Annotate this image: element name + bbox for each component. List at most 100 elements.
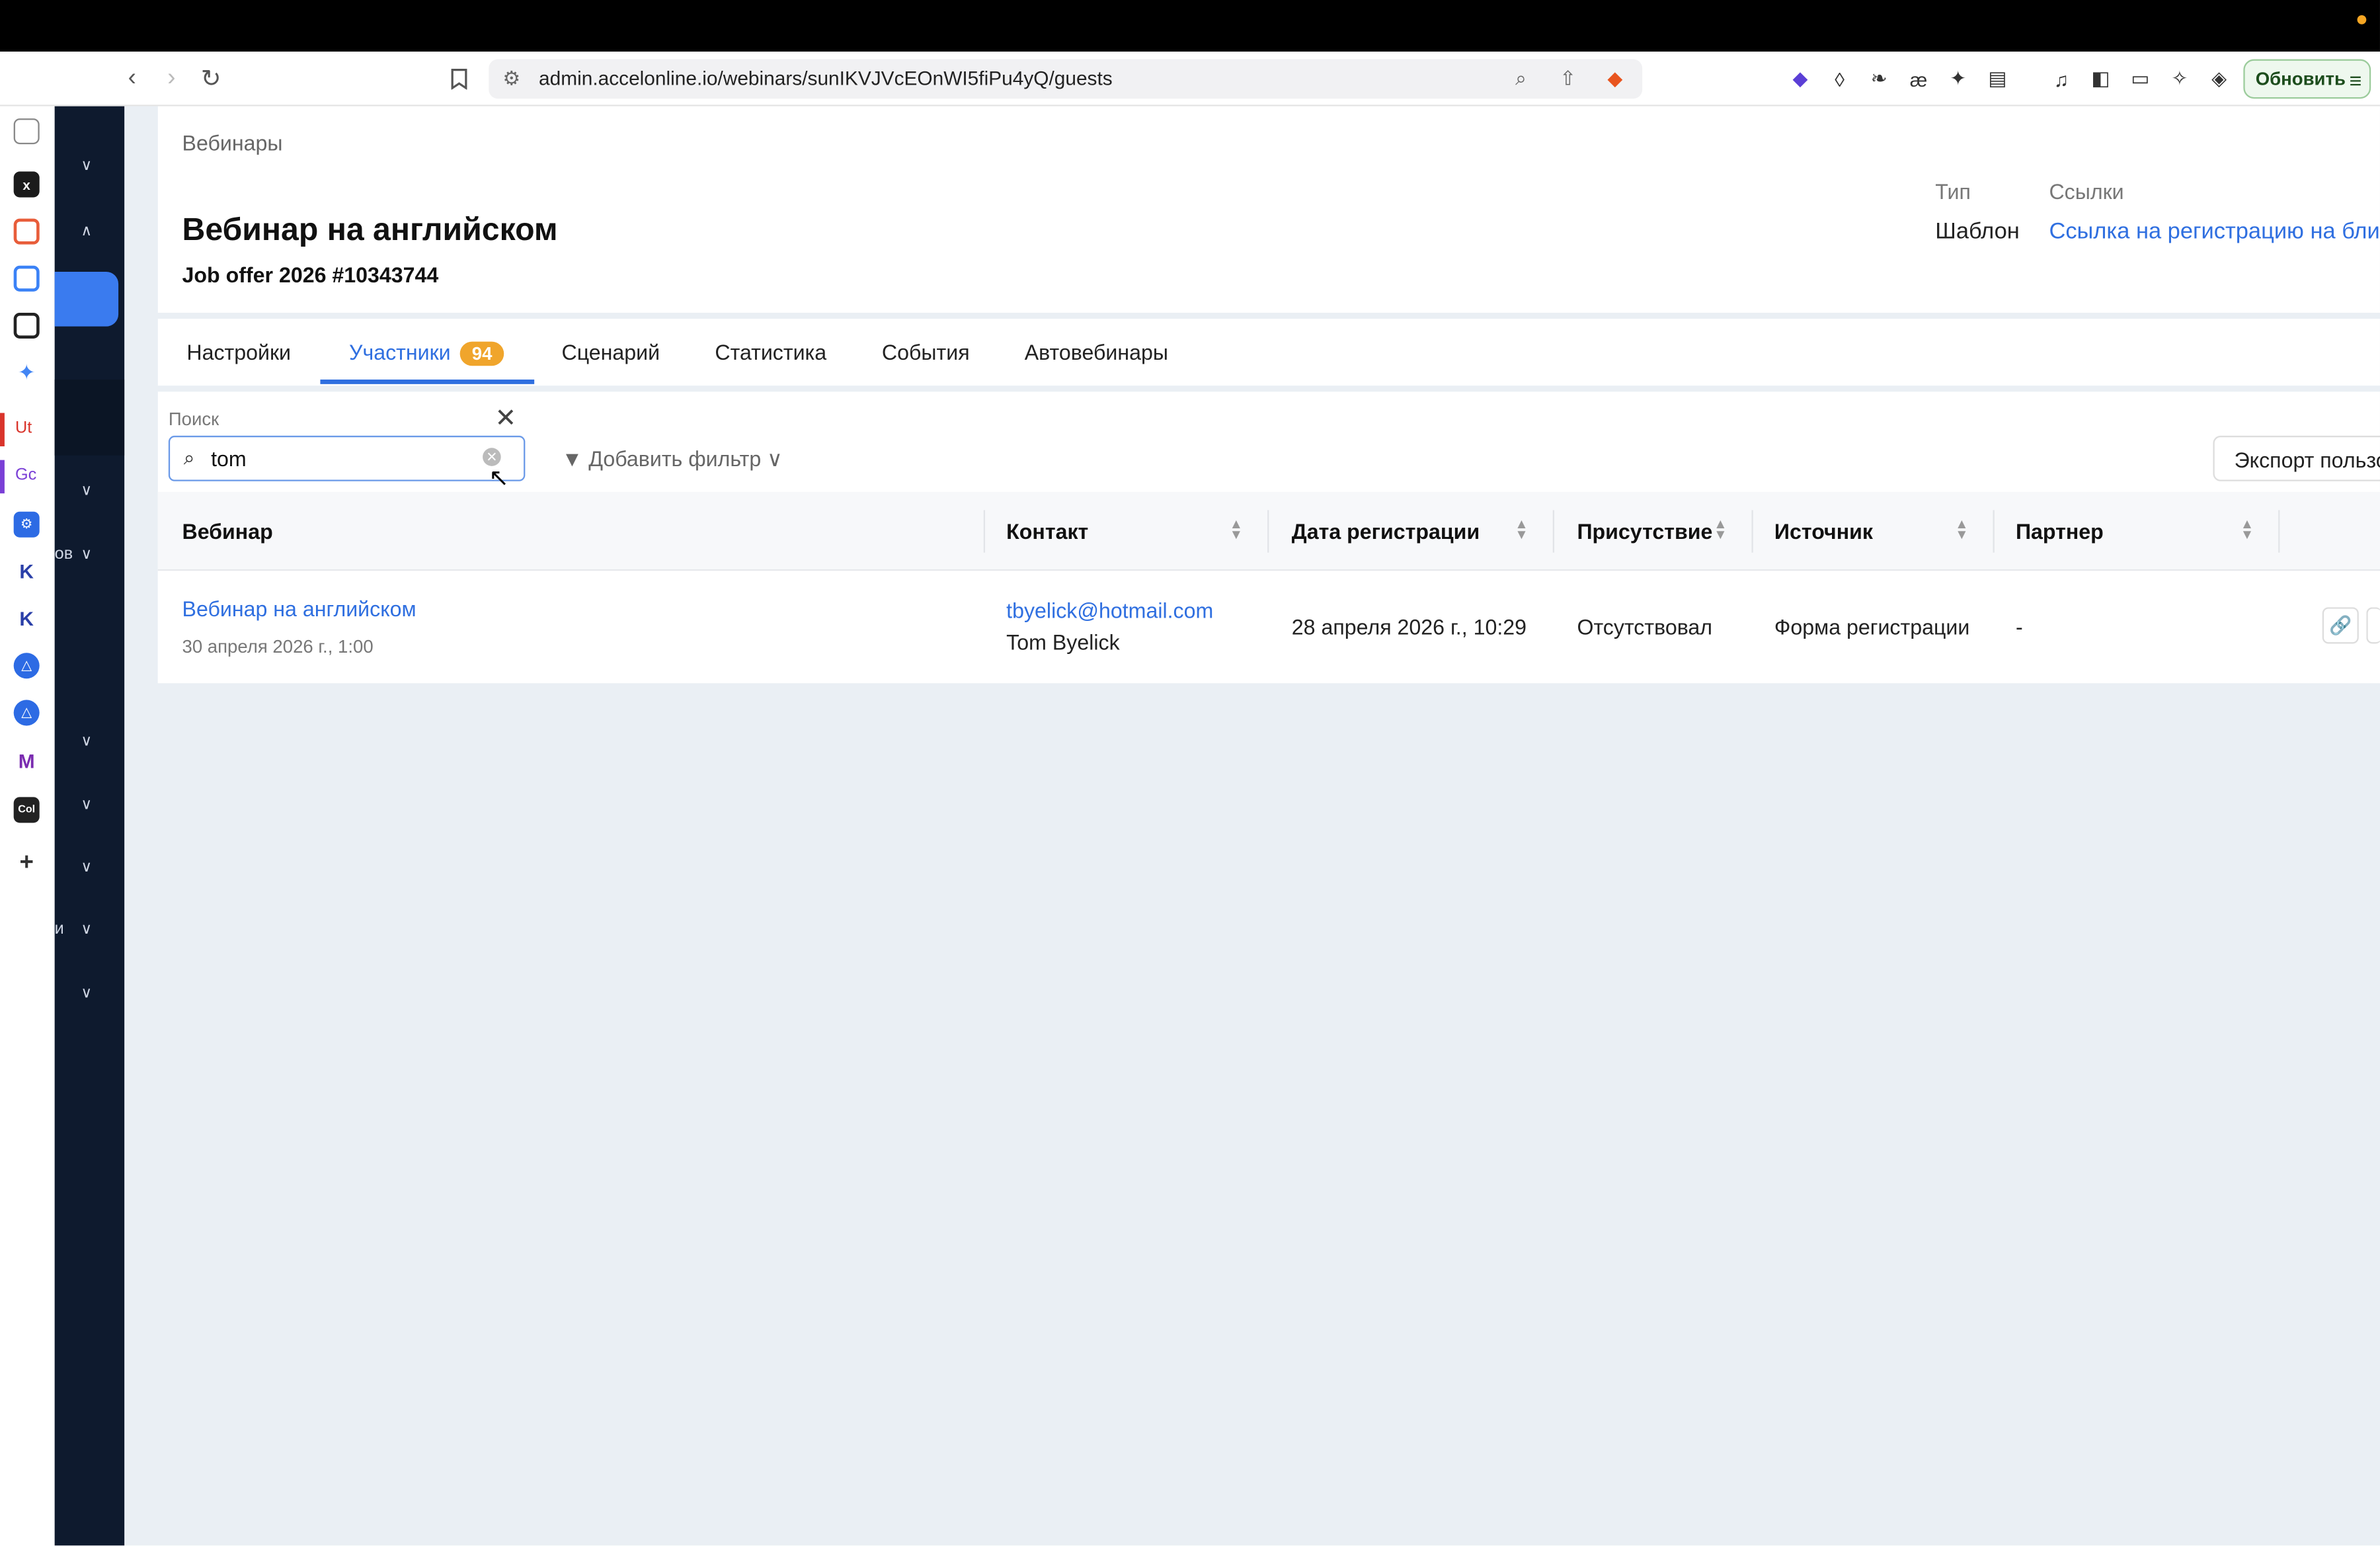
new-tab-icon[interactable]: +: [14, 850, 40, 876]
tab-favicon-icon[interactable]: x: [13, 171, 40, 198]
extension-feather-icon[interactable]: ❧: [1864, 63, 1894, 94]
table-row: Вебинар на английском 30 апреля 2026 г.,…: [157, 571, 2380, 684]
tab-scenario[interactable]: Сценарий: [561, 340, 660, 364]
address-bar[interactable]: ⚙ admin.accelonline.io/webinars/sunIKVJV…: [489, 59, 1643, 99]
chevron-up-icon[interactable]: ∧: [76, 220, 97, 241]
bookmark-icon[interactable]: [442, 62, 475, 96]
top-strip: [0, 0, 2380, 52]
music-icon[interactable]: ♫: [2046, 63, 2077, 94]
sort-icon[interactable]: ▲ ▼: [1714, 517, 1727, 542]
tab-favicon-icon[interactable]: [13, 312, 40, 339]
extensions-icon[interactable]: ✦: [1943, 63, 1973, 94]
app-sidebar: ∨ ∧ ∨ ов ∨ ∨ ∨ ∨ и ∨ ∨: [54, 106, 125, 1546]
column-header-presence[interactable]: Присутствие: [1577, 519, 1712, 544]
sidebar-item-active[interactable]: [54, 271, 119, 327]
breadcrumb[interactable]: Вебинары: [182, 130, 283, 155]
row-contact-name: Tom Byelick: [1006, 630, 1120, 655]
search-value[interactable]: tom: [211, 446, 247, 471]
column-header-contact[interactable]: Контакт: [1006, 519, 1088, 544]
back-icon[interactable]: ‹: [115, 62, 149, 96]
reload-icon[interactable]: ↻: [194, 62, 228, 96]
column-header-registration-date[interactable]: Дата регистрации: [1292, 519, 1480, 544]
registration-link[interactable]: Ссылка на регистрацию на ближа: [2049, 219, 2380, 245]
sort-icon[interactable]: ▲ ▼: [1515, 517, 1528, 542]
tab-favicon-icon[interactable]: Col: [13, 797, 40, 823]
column-header-source[interactable]: Источник: [1774, 519, 1873, 544]
tab-favicon-icon[interactable]: M: [14, 749, 40, 774]
rail-tab-label[interactable]: Ut: [15, 419, 32, 438]
chevron-down-icon[interactable]: ∨: [76, 794, 97, 815]
row-source: Форма регистрации: [1774, 614, 1970, 639]
sidebar-panel-icon[interactable]: [13, 118, 40, 145]
tab-favicon-icon[interactable]: K: [14, 559, 40, 585]
copy-link-icon[interactable]: 🔗: [2322, 607, 2359, 644]
row-webinar-link[interactable]: Вебинар на английском: [182, 596, 416, 621]
active-tab-indicator: [320, 379, 535, 384]
column-divider: [1993, 510, 1995, 553]
chevron-down-icon[interactable]: ∨: [76, 918, 97, 940]
column-header-partner[interactable]: Партнер: [2016, 519, 2104, 544]
filter-icon: ▼: [561, 446, 583, 471]
tab-rail: x ✦ Ut Gc ⚙ K K △ △ M Col +: [0, 106, 55, 1546]
forward-icon[interactable]: ›: [155, 62, 188, 96]
add-filter-label: Добавить фильтр: [588, 446, 762, 471]
share-icon[interactable]: ⇧: [1554, 65, 1581, 93]
page-subtitle: Job offer 2026 #10343744: [182, 263, 439, 287]
page-title: Вебинар на английском: [182, 212, 558, 248]
column-header-webinar: Вебинар: [182, 519, 273, 544]
tab-favicon-icon[interactable]: △: [13, 700, 40, 726]
brave-shield-icon[interactable]: ◆: [1601, 65, 1628, 93]
tab-autowebinars[interactable]: Автовебинары: [1025, 340, 1168, 364]
chevron-down-icon[interactable]: ∨: [76, 730, 97, 751]
sidebar-item-label[interactable]: и: [55, 920, 64, 938]
sort-icon[interactable]: ▲ ▼: [1955, 517, 1968, 542]
chevron-down-icon[interactable]: ∨: [76, 982, 97, 1003]
wallet-icon[interactable]: ▭: [2125, 63, 2155, 94]
sidebar-toggle-icon[interactable]: ◧: [2086, 63, 2116, 94]
column-divider: [1751, 510, 1753, 553]
export-users-button[interactable]: Экспорт пользо: [2213, 435, 2380, 481]
extension-ae-icon[interactable]: æ: [1903, 63, 1934, 94]
shield-icon[interactable]: ◊: [1825, 63, 1855, 94]
export-users-label: Экспорт пользо: [2234, 448, 2380, 473]
row-webinar-date: 30 апреля 2026 г., 1:00: [182, 635, 374, 658]
tab-statistics[interactable]: Статистика: [715, 340, 826, 364]
chevron-down-icon[interactable]: ∨: [76, 155, 97, 176]
row-action-icon[interactable]: [2366, 607, 2380, 644]
url-text[interactable]: admin.accelonline.io/webinars/sunIKVJVcE…: [539, 67, 1113, 89]
add-filter-button[interactable]: ▼ Добавить фильтр ∨: [561, 446, 782, 472]
tab-favicon-icon[interactable]: [13, 265, 40, 292]
tab-participants[interactable]: Участники 94: [349, 340, 504, 366]
row-contact-email[interactable]: tbyelick@hotmail.com: [1006, 598, 1213, 623]
tab-favicon-icon[interactable]: ⚙: [13, 511, 40, 538]
gemini-icon[interactable]: ✦: [14, 360, 40, 386]
leo-ai-icon[interactable]: ✧: [2164, 63, 2195, 94]
chevron-down-icon[interactable]: ∨: [76, 480, 97, 501]
chevron-down-icon[interactable]: ∨: [76, 856, 97, 877]
tab-group-marker: [0, 460, 5, 494]
search-input[interactable]: ⌕ tom ✕: [168, 435, 526, 481]
main-content: Вебинары Вебинар на английском Job offer…: [124, 106, 2380, 1546]
reader-icon[interactable]: ▤: [1982, 63, 2012, 94]
tab-favicon-icon[interactable]: [13, 218, 40, 245]
tab-favicon-icon[interactable]: △: [13, 653, 40, 679]
site-settings-icon[interactable]: ⚙: [498, 65, 525, 93]
tab-favicon-icon[interactable]: K: [14, 606, 40, 631]
rail-tab-label[interactable]: Gc: [15, 466, 36, 485]
sidebar-item-label[interactable]: ов: [55, 545, 73, 563]
tab-settings[interactable]: Настройки: [186, 340, 291, 364]
extension-puzzle-icon[interactable]: ◆: [1785, 63, 1815, 94]
tab-group-marker: [0, 413, 5, 446]
chevron-down-icon[interactable]: ∨: [76, 544, 97, 565]
row-partner: -: [2015, 614, 2023, 639]
page-header: Вебинары Вебинар на английском Job offer…: [157, 106, 2380, 313]
tab-events[interactable]: События: [882, 340, 970, 364]
vpn-icon[interactable]: ◈: [2204, 63, 2235, 94]
search-icon: ⌕: [183, 446, 195, 469]
sort-icon[interactable]: ▲ ▼: [1230, 517, 1243, 542]
table-header: Вебинар Контакт ▲ ▼ Дата регистрации ▲ ▼ П…: [157, 491, 2380, 571]
sort-icon[interactable]: ▲ ▼: [2241, 517, 2254, 542]
zoom-icon[interactable]: ⌕: [1507, 65, 1534, 93]
close-search-icon[interactable]: ✕: [495, 404, 516, 434]
update-button[interactable]: Обновить ≡: [2243, 59, 2371, 99]
